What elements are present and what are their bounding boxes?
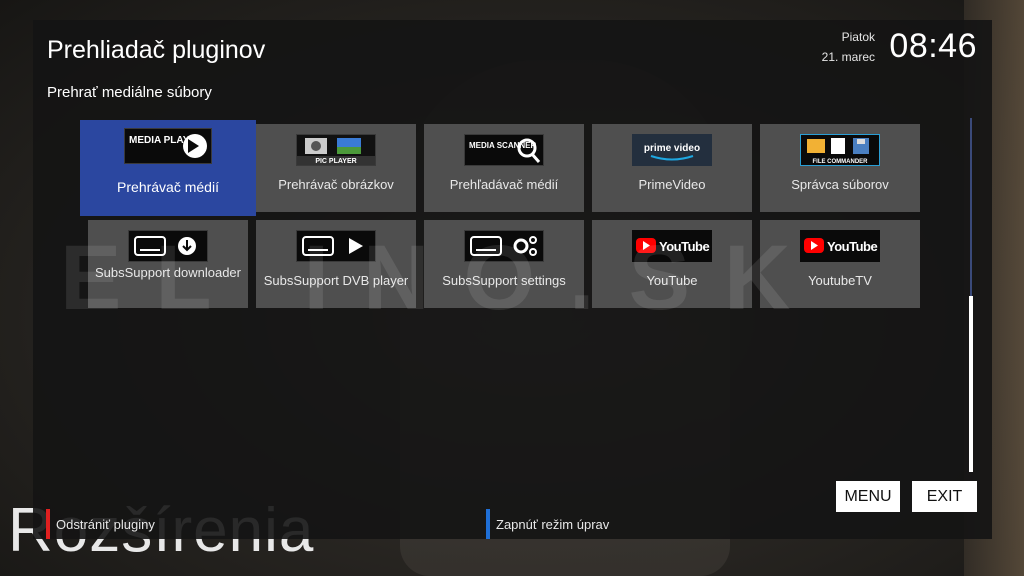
subs-play-icon — [296, 230, 376, 262]
blue-key-edit-mode[interactable]: Zapnúť režim úprav — [486, 509, 609, 539]
subs-download-icon — [128, 230, 208, 262]
plugin-label: Prehrávač obrázkov — [278, 177, 394, 192]
media-scanner-logo-text: MEDIA SCANNER — [469, 141, 536, 150]
scrollbar-track — [970, 118, 972, 296]
date-day: Piatok — [841, 30, 875, 44]
plugin-tile-primevideo[interactable]: prime video PrimeVideo — [592, 124, 752, 212]
page-title: Prehliadač pluginov — [47, 36, 266, 64]
plugin-label: SubsSupport DVB player — [263, 273, 409, 288]
clock: 08:46 — [889, 27, 977, 65]
pic-player-logo-text: PIC PLAYER — [315, 158, 356, 165]
youtube-icon: YouTube — [632, 230, 712, 262]
plugin-label: Prehrávač médií — [117, 179, 219, 195]
prime-video-logo-text: prime video — [644, 143, 700, 154]
youtube-icon: YouTube — [800, 230, 880, 262]
plugin-tile-youtube[interactable]: YouTube YouTube — [592, 220, 752, 308]
plugin-tile-youtubetv[interactable]: YouTube YoutubeTV — [760, 220, 920, 308]
plugin-tile-file-commander[interactable]: FILE COMMANDER Správca súborov — [760, 124, 920, 212]
media-scanner-icon: MEDIA SCANNER — [464, 134, 544, 166]
blue-key-marker — [486, 509, 490, 539]
plugin-label: Prehľadávač médií — [449, 177, 559, 192]
plugin-tile-subs-downloader[interactable]: SubsSupport downloader — [88, 220, 248, 308]
plugin-tile-pic-player[interactable]: PIC PLAYER Prehrávač obrázkov — [256, 124, 416, 212]
media-player-icon: MEDIA PLAYER — [124, 128, 212, 164]
plugin-tile-subs-settings[interactable]: SubsSupport settings — [424, 220, 584, 308]
menu-button[interactable]: MENU — [836, 481, 900, 512]
date-date: 21. marec — [821, 50, 875, 64]
youtube-logo-text: YouTube — [659, 239, 709, 254]
red-key-label: Odstrániť pluginy — [56, 516, 155, 532]
subs-settings-icon — [464, 230, 544, 262]
plugin-label: YouTube — [646, 273, 698, 288]
page-subtitle: Prehrať mediálne súbory — [47, 84, 212, 101]
blue-key-label: Zapnúť režim úprav — [496, 516, 610, 532]
plugin-label: SubsSupport settings — [442, 273, 566, 288]
scrollbar[interactable] — [967, 118, 975, 474]
red-key-remove-plugins[interactable]: Odstrániť pluginy — [46, 509, 155, 539]
plugin-label: Správca súborov — [791, 177, 889, 192]
red-key-marker — [46, 509, 50, 539]
prime-video-icon: prime video — [632, 134, 712, 166]
plugin-label: PrimeVideo — [638, 177, 706, 192]
plugin-tile-media-player[interactable]: MEDIA PLAYER Prehrávač médií — [80, 120, 256, 216]
plugin-tile-subs-dvb-player[interactable]: SubsSupport DVB player — [256, 220, 416, 308]
pic-player-icon: PIC PLAYER — [296, 134, 376, 166]
plugin-label: YoutubeTV — [808, 273, 872, 288]
youtubetv-logo-text: YouTube — [827, 239, 877, 254]
plugin-browser-panel: Prehliadač pluginov Prehrať mediálne súb… — [33, 20, 992, 539]
exit-button[interactable]: EXIT — [912, 481, 977, 512]
plugin-label: SubsSupport downloader — [95, 265, 241, 280]
file-commander-icon: FILE COMMANDER — [800, 134, 880, 166]
plugin-tile-media-scanner[interactable]: MEDIA SCANNER Prehľadávač médií — [424, 124, 584, 212]
scrollbar-thumb[interactable] — [969, 296, 973, 472]
file-commander-logo-text: FILE COMMANDER — [813, 159, 869, 165]
